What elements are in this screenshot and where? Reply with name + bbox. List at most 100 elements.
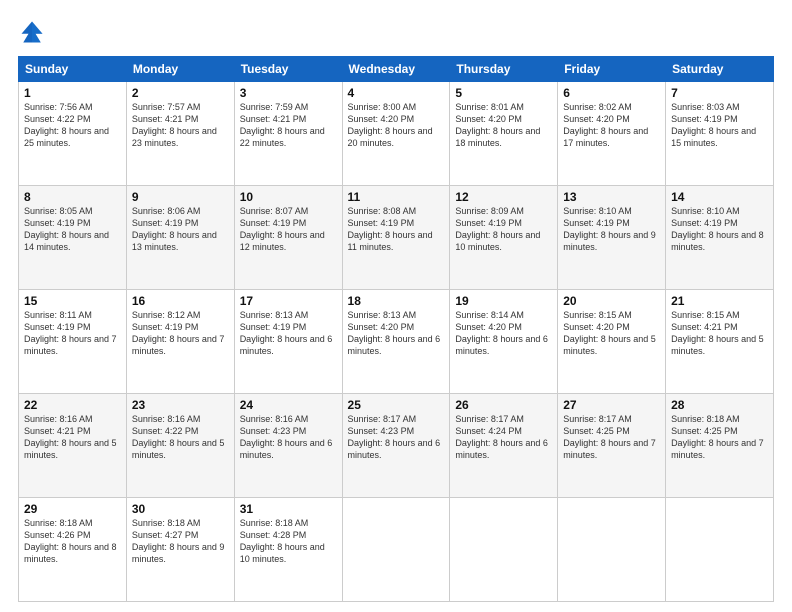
- day-info: Sunrise: 8:12 AMSunset: 4:19 PMDaylight:…: [132, 310, 225, 356]
- calendar-week-1: 1 Sunrise: 7:56 AMSunset: 4:22 PMDaylight…: [19, 82, 774, 186]
- calendar-cell: 1 Sunrise: 7:56 AMSunset: 4:22 PMDaylight…: [19, 82, 127, 186]
- day-info: Sunrise: 8:17 AMSunset: 4:25 PMDaylight:…: [563, 414, 656, 460]
- day-number: 9: [132, 190, 229, 204]
- calendar-cell: 26 Sunrise: 8:17 AMSunset: 4:24 PMDayligh…: [450, 394, 558, 498]
- col-header-wednesday: Wednesday: [342, 57, 450, 82]
- calendar-cell: 30 Sunrise: 8:18 AMSunset: 4:27 PMDayligh…: [126, 498, 234, 602]
- day-info: Sunrise: 8:18 AMSunset: 4:28 PMDaylight:…: [240, 518, 325, 564]
- day-number: 3: [240, 86, 337, 100]
- day-info: Sunrise: 8:03 AMSunset: 4:19 PMDaylight:…: [671, 102, 756, 148]
- col-header-tuesday: Tuesday: [234, 57, 342, 82]
- day-info: Sunrise: 8:00 AMSunset: 4:20 PMDaylight:…: [348, 102, 433, 148]
- day-info: Sunrise: 7:56 AMSunset: 4:22 PMDaylight:…: [24, 102, 109, 148]
- day-number: 2: [132, 86, 229, 100]
- day-number: 23: [132, 398, 229, 412]
- calendar-cell: 6 Sunrise: 8:02 AMSunset: 4:20 PMDaylight…: [558, 82, 666, 186]
- day-info: Sunrise: 8:06 AMSunset: 4:19 PMDaylight:…: [132, 206, 217, 252]
- calendar-cell: 27 Sunrise: 8:17 AMSunset: 4:25 PMDayligh…: [558, 394, 666, 498]
- day-info: Sunrise: 8:16 AMSunset: 4:21 PMDaylight:…: [24, 414, 117, 460]
- calendar-cell: 12Sunrise: 8:09 AMSunset: 4:19 PMDayligh…: [450, 186, 558, 290]
- day-info: Sunrise: 8:13 AMSunset: 4:20 PMDaylight:…: [348, 310, 441, 356]
- calendar-cell: [450, 498, 558, 602]
- day-number: 8: [24, 190, 121, 204]
- calendar-cell: [342, 498, 450, 602]
- day-info: Sunrise: 8:18 AMSunset: 4:27 PMDaylight:…: [132, 518, 225, 564]
- day-info: Sunrise: 8:09 AMSunset: 4:19 PMDaylight:…: [455, 206, 540, 252]
- calendar-cell: 19 Sunrise: 8:14 AMSunset: 4:20 PMDayligh…: [450, 290, 558, 394]
- day-number: 28: [671, 398, 768, 412]
- day-info: Sunrise: 8:13 AMSunset: 4:19 PMDaylight:…: [240, 310, 333, 356]
- calendar-cell: 21 Sunrise: 8:15 AMSunset: 4:21 PMDayligh…: [666, 290, 774, 394]
- day-number: 24: [240, 398, 337, 412]
- day-number: 4: [348, 86, 445, 100]
- day-info: Sunrise: 8:16 AMSunset: 4:23 PMDaylight:…: [240, 414, 333, 460]
- calendar-cell: 13 Sunrise: 8:10 AMSunset: 4:19 PMDayligh…: [558, 186, 666, 290]
- day-number: 15: [24, 294, 121, 308]
- calendar-cell: 5Sunrise: 8:01 AMSunset: 4:20 PMDaylight…: [450, 82, 558, 186]
- day-info: Sunrise: 7:57 AMSunset: 4:21 PMDaylight:…: [132, 102, 217, 148]
- calendar-cell: 20Sunrise: 8:15 AMSunset: 4:20 PMDayligh…: [558, 290, 666, 394]
- calendar-cell: 28 Sunrise: 8:18 AMSunset: 4:25 PMDayligh…: [666, 394, 774, 498]
- calendar-week-2: 8 Sunrise: 8:05 AMSunset: 4:19 PMDaylight…: [19, 186, 774, 290]
- day-info: Sunrise: 8:16 AMSunset: 4:22 PMDaylight:…: [132, 414, 225, 460]
- calendar-table: SundayMondayTuesdayWednesdayThursdayFrid…: [18, 56, 774, 602]
- day-info: Sunrise: 7:59 AMSunset: 4:21 PMDaylight:…: [240, 102, 325, 148]
- day-info: Sunrise: 8:01 AMSunset: 4:20 PMDaylight:…: [455, 102, 540, 148]
- day-number: 26: [455, 398, 552, 412]
- calendar-cell: 22Sunrise: 8:16 AMSunset: 4:21 PMDayligh…: [19, 394, 127, 498]
- calendar-cell: 7 Sunrise: 8:03 AMSunset: 4:19 PMDaylight…: [666, 82, 774, 186]
- calendar-cell: 31 Sunrise: 8:18 AMSunset: 4:28 PMDayligh…: [234, 498, 342, 602]
- day-info: Sunrise: 8:15 AMSunset: 4:20 PMDaylight:…: [563, 310, 656, 356]
- day-number: 31: [240, 502, 337, 516]
- day-number: 1: [24, 86, 121, 100]
- day-info: Sunrise: 8:07 AMSunset: 4:19 PMDaylight:…: [240, 206, 325, 252]
- day-number: 30: [132, 502, 229, 516]
- calendar-cell: 4 Sunrise: 8:00 AMSunset: 4:20 PMDaylight…: [342, 82, 450, 186]
- calendar-cell: 16Sunrise: 8:12 AMSunset: 4:19 PMDayligh…: [126, 290, 234, 394]
- logo-icon: [18, 18, 46, 46]
- calendar-cell: 14 Sunrise: 8:10 AMSunset: 4:19 PMDayligh…: [666, 186, 774, 290]
- day-number: 25: [348, 398, 445, 412]
- day-number: 11: [348, 190, 445, 204]
- day-info: Sunrise: 8:17 AMSunset: 4:23 PMDaylight:…: [348, 414, 441, 460]
- calendar-cell: 3 Sunrise: 7:59 AMSunset: 4:21 PMDaylight…: [234, 82, 342, 186]
- day-number: 14: [671, 190, 768, 204]
- calendar-cell: 10 Sunrise: 8:07 AMSunset: 4:19 PMDayligh…: [234, 186, 342, 290]
- day-info: Sunrise: 8:15 AMSunset: 4:21 PMDaylight:…: [671, 310, 764, 356]
- day-info: Sunrise: 8:10 AMSunset: 4:19 PMDaylight:…: [671, 206, 764, 252]
- day-info: Sunrise: 8:18 AMSunset: 4:25 PMDaylight:…: [671, 414, 764, 460]
- day-number: 10: [240, 190, 337, 204]
- calendar-cell: 2 Sunrise: 7:57 AMSunset: 4:21 PMDaylight…: [126, 82, 234, 186]
- day-info: Sunrise: 8:10 AMSunset: 4:19 PMDaylight:…: [563, 206, 656, 252]
- day-number: 13: [563, 190, 660, 204]
- col-header-monday: Monday: [126, 57, 234, 82]
- calendar-cell: 8 Sunrise: 8:05 AMSunset: 4:19 PMDaylight…: [19, 186, 127, 290]
- day-info: Sunrise: 8:02 AMSunset: 4:20 PMDaylight:…: [563, 102, 648, 148]
- day-number: 6: [563, 86, 660, 100]
- day-info: Sunrise: 8:18 AMSunset: 4:26 PMDaylight:…: [24, 518, 117, 564]
- calendar-cell: 9 Sunrise: 8:06 AMSunset: 4:19 PMDaylight…: [126, 186, 234, 290]
- calendar-cell: [558, 498, 666, 602]
- day-info: Sunrise: 8:05 AMSunset: 4:19 PMDaylight:…: [24, 206, 109, 252]
- day-number: 7: [671, 86, 768, 100]
- calendar-cell: 29 Sunrise: 8:18 AMSunset: 4:26 PMDayligh…: [19, 498, 127, 602]
- col-header-sunday: Sunday: [19, 57, 127, 82]
- calendar-cell: 17 Sunrise: 8:13 AMSunset: 4:19 PMDayligh…: [234, 290, 342, 394]
- day-info: Sunrise: 8:08 AMSunset: 4:19 PMDaylight:…: [348, 206, 433, 252]
- header: [18, 18, 774, 46]
- col-header-friday: Friday: [558, 57, 666, 82]
- day-number: 29: [24, 502, 121, 516]
- calendar-header-row: SundayMondayTuesdayWednesdayThursdayFrid…: [19, 57, 774, 82]
- day-number: 19: [455, 294, 552, 308]
- calendar-week-3: 15Sunrise: 8:11 AMSunset: 4:19 PMDayligh…: [19, 290, 774, 394]
- calendar-cell: 18Sunrise: 8:13 AMSunset: 4:20 PMDayligh…: [342, 290, 450, 394]
- day-number: 27: [563, 398, 660, 412]
- day-info: Sunrise: 8:17 AMSunset: 4:24 PMDaylight:…: [455, 414, 548, 460]
- day-info: Sunrise: 8:14 AMSunset: 4:20 PMDaylight:…: [455, 310, 548, 356]
- calendar-cell: 24 Sunrise: 8:16 AMSunset: 4:23 PMDayligh…: [234, 394, 342, 498]
- calendar-cell: 23 Sunrise: 8:16 AMSunset: 4:22 PMDayligh…: [126, 394, 234, 498]
- col-header-thursday: Thursday: [450, 57, 558, 82]
- day-number: 17: [240, 294, 337, 308]
- day-number: 21: [671, 294, 768, 308]
- page: SundayMondayTuesdayWednesdayThursdayFrid…: [0, 0, 792, 612]
